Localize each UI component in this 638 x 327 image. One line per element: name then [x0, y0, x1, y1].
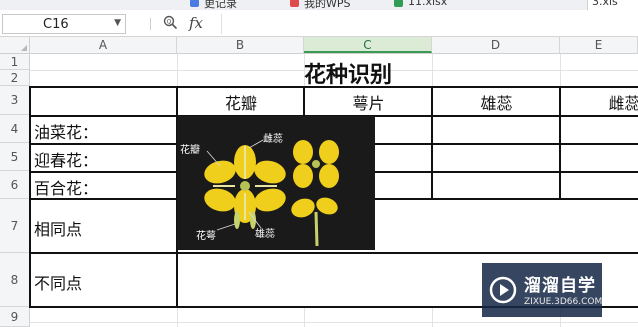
flower-label-jasmine: 迎春花：: [34, 151, 99, 170]
row-header-8[interactable]: 8: [0, 253, 30, 307]
watermark-logo: 溜溜自学 ZIXUE.3D66.COM: [482, 263, 602, 317]
document-tab-strip: 更记录 我的WPS 11.xlsx 3.xls: [0, 0, 638, 10]
play-circle-icon: [489, 276, 517, 304]
tab-active[interactable]: 3.xls: [587, 0, 638, 10]
zoom-icon[interactable]: Q: [163, 15, 178, 30]
column-title-pistil: 雌蕊: [608, 94, 638, 113]
sheet-title: 花种识别: [304, 63, 393, 88]
tab-11-xlsx[interactable]: 11.xlsx: [408, 0, 447, 9]
column-header-c[interactable]: C: [304, 37, 432, 53]
xlsx-icon: [394, 0, 403, 7]
row-header-1[interactable]: 1: [0, 54, 30, 70]
column-header-d[interactable]: D: [432, 37, 560, 53]
column-header-b[interactable]: B: [177, 37, 304, 53]
column-header-e[interactable]: E: [560, 37, 638, 53]
same-label: 相同点: [34, 220, 83, 239]
flower-label-lily: 百合花：: [34, 179, 99, 198]
doc-tab-icon: [190, 0, 199, 7]
petal-label: 花瓣: [180, 145, 200, 156]
divider: [150, 18, 151, 30]
watermark-title: 溜溜自学: [524, 276, 596, 296]
svg-text:Q: Q: [167, 19, 172, 26]
row-header-6[interactable]: 6: [0, 171, 30, 199]
column-header-a[interactable]: A: [30, 37, 177, 53]
column-title-sepal: 萼片: [352, 94, 385, 113]
row-header-7[interactable]: 7: [0, 199, 30, 253]
spreadsheet-window: 更记录 我的WPS 11.xlsx 3.xls C16 ▼ Q fx A B C…: [0, 0, 638, 327]
stamen-label: 雄蕊: [255, 229, 275, 240]
diff-label: 不同点: [34, 274, 83, 293]
name-box-value: C16: [43, 17, 69, 32]
chevron-down-icon[interactable]: ▼: [114, 18, 121, 28]
name-box[interactable]: C16 ▼: [2, 14, 126, 34]
flower-label-rapeseed: 油菜花：: [34, 123, 99, 142]
select-all-corner[interactable]: [0, 37, 30, 53]
column-title-stamen: 雄蕊: [480, 94, 513, 113]
column-header-bar: A B C D E: [0, 37, 638, 54]
watermark-subtitle: ZIXUE.3D66.COM: [524, 297, 603, 307]
tab-record[interactable]: 更记录: [204, 0, 237, 10]
row-header-5[interactable]: 5: [0, 143, 30, 171]
wps-icon: [290, 0, 299, 7]
flower-dissection-image[interactable]: 花瓣 雌蕊 花萼 雄蕊: [177, 116, 375, 250]
row-header-4[interactable]: 4: [0, 115, 30, 143]
tab-active-label: 3.xls: [592, 0, 618, 8]
tab-my-wps[interactable]: 我的WPS: [304, 0, 351, 10]
sepal-label: 花萼: [196, 231, 216, 242]
row-header-2[interactable]: 2: [0, 70, 30, 86]
row-header-3[interactable]: 3: [0, 86, 30, 115]
column-title-petal: 花瓣: [224, 94, 257, 113]
pistil-label: 雌蕊: [263, 134, 283, 145]
divider: [221, 14, 222, 34]
fx-icon[interactable]: fx: [189, 14, 203, 32]
row-header-9[interactable]: 9: [0, 307, 30, 327]
formula-bar: C16 ▼ Q fx: [0, 10, 638, 37]
